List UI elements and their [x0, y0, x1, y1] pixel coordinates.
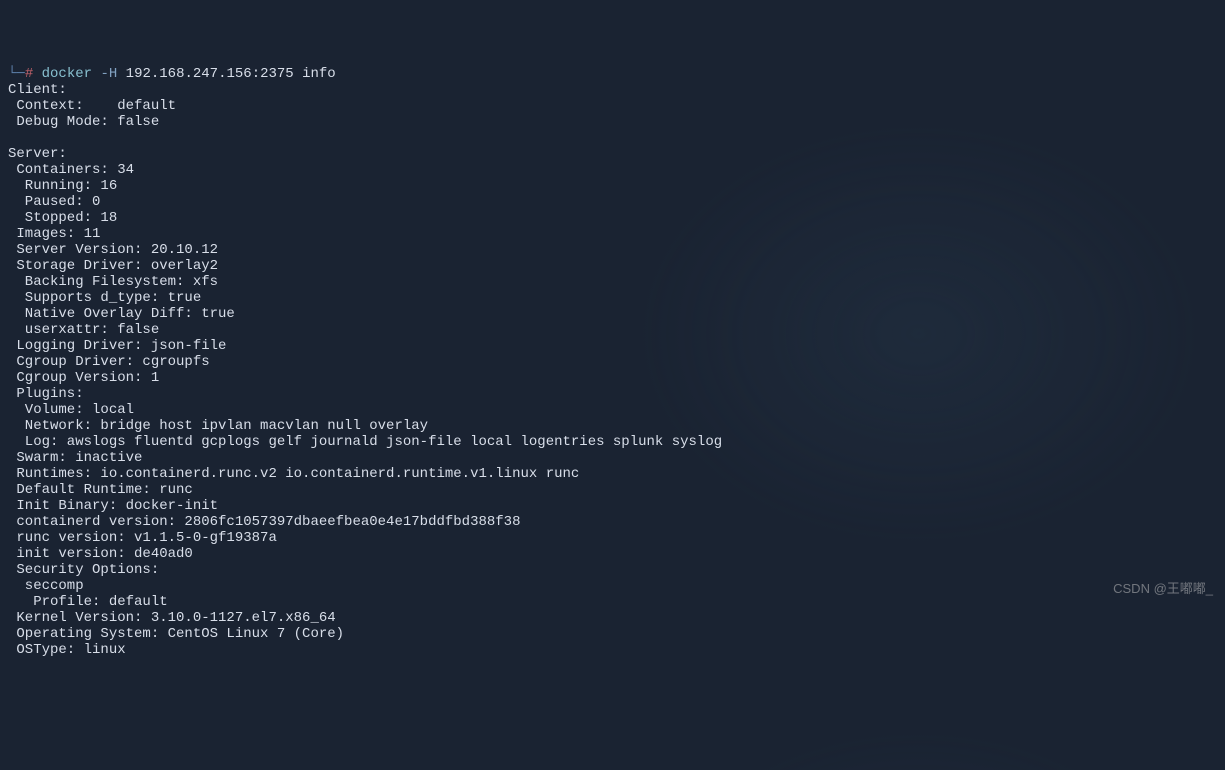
runc-version: runc version: v1.1.5-0-gf19387a — [8, 530, 277, 546]
prompt-line[interactable]: └─# docker -H 192.168.247.156:2375 info — [8, 66, 336, 82]
prompt-bracket: └─ — [8, 66, 25, 82]
logging-driver: Logging Driver: json-file — [8, 338, 226, 354]
init-binary: Init Binary: docker-init — [8, 498, 218, 514]
runtimes: Runtimes: io.containerd.runc.v2 io.conta… — [8, 466, 579, 482]
cgroup-version: Cgroup Version: 1 — [8, 370, 159, 386]
server-stopped: Stopped: 18 — [8, 210, 117, 226]
cgroup-driver: Cgroup Driver: cgroupfs — [8, 354, 210, 370]
command-name: docker — [42, 66, 92, 82]
storage-driver: Storage Driver: overlay2 — [8, 258, 218, 274]
server-images: Images: 11 — [8, 226, 100, 242]
command-flag: -H — [100, 66, 117, 82]
server-header: Server: — [8, 146, 67, 162]
watermark: CSDN @王嘟嘟_ — [1113, 581, 1213, 597]
plugins-network: Network: bridge host ipvlan macvlan null… — [8, 418, 428, 434]
init-version: init version: de40ad0 — [8, 546, 193, 562]
ostype: OSType: linux — [8, 642, 126, 658]
default-runtime: Default Runtime: runc — [8, 482, 193, 498]
kernel-version: Kernel Version: 3.10.0-1127.el7.x86_64 — [8, 610, 336, 626]
operating-system: Operating System: CentOS Linux 7 (Core) — [8, 626, 344, 642]
client-context: Context: default — [8, 98, 176, 114]
server-running: Running: 16 — [8, 178, 117, 194]
plugins-header: Plugins: — [8, 386, 84, 402]
native-overlay-diff: Native Overlay Diff: true — [8, 306, 235, 322]
supports-dtype: Supports d_type: true — [8, 290, 201, 306]
terminal-output: └─# docker -H 192.168.247.156:2375 info … — [8, 66, 1217, 658]
plugins-volume: Volume: local — [8, 402, 134, 418]
server-containers: Containers: 34 — [8, 162, 134, 178]
client-debug-mode: Debug Mode: false — [8, 114, 159, 130]
command-args: 192.168.247.156:2375 info — [126, 66, 336, 82]
prompt-hash: # — [25, 66, 33, 82]
plugins-log: Log: awslogs fluentd gcplogs gelf journa… — [8, 434, 722, 450]
containerd-version: containerd version: 2806fc1057397dbaeefb… — [8, 514, 520, 530]
seccomp: seccomp — [8, 578, 84, 594]
seccomp-profile: Profile: default — [8, 594, 168, 610]
server-version: Server Version: 20.10.12 — [8, 242, 218, 258]
security-options: Security Options: — [8, 562, 159, 578]
server-paused: Paused: 0 — [8, 194, 100, 210]
swarm: Swarm: inactive — [8, 450, 142, 466]
userxattr: userxattr: false — [8, 322, 159, 338]
backing-filesystem: Backing Filesystem: xfs — [8, 274, 218, 290]
client-header: Client: — [8, 82, 67, 98]
